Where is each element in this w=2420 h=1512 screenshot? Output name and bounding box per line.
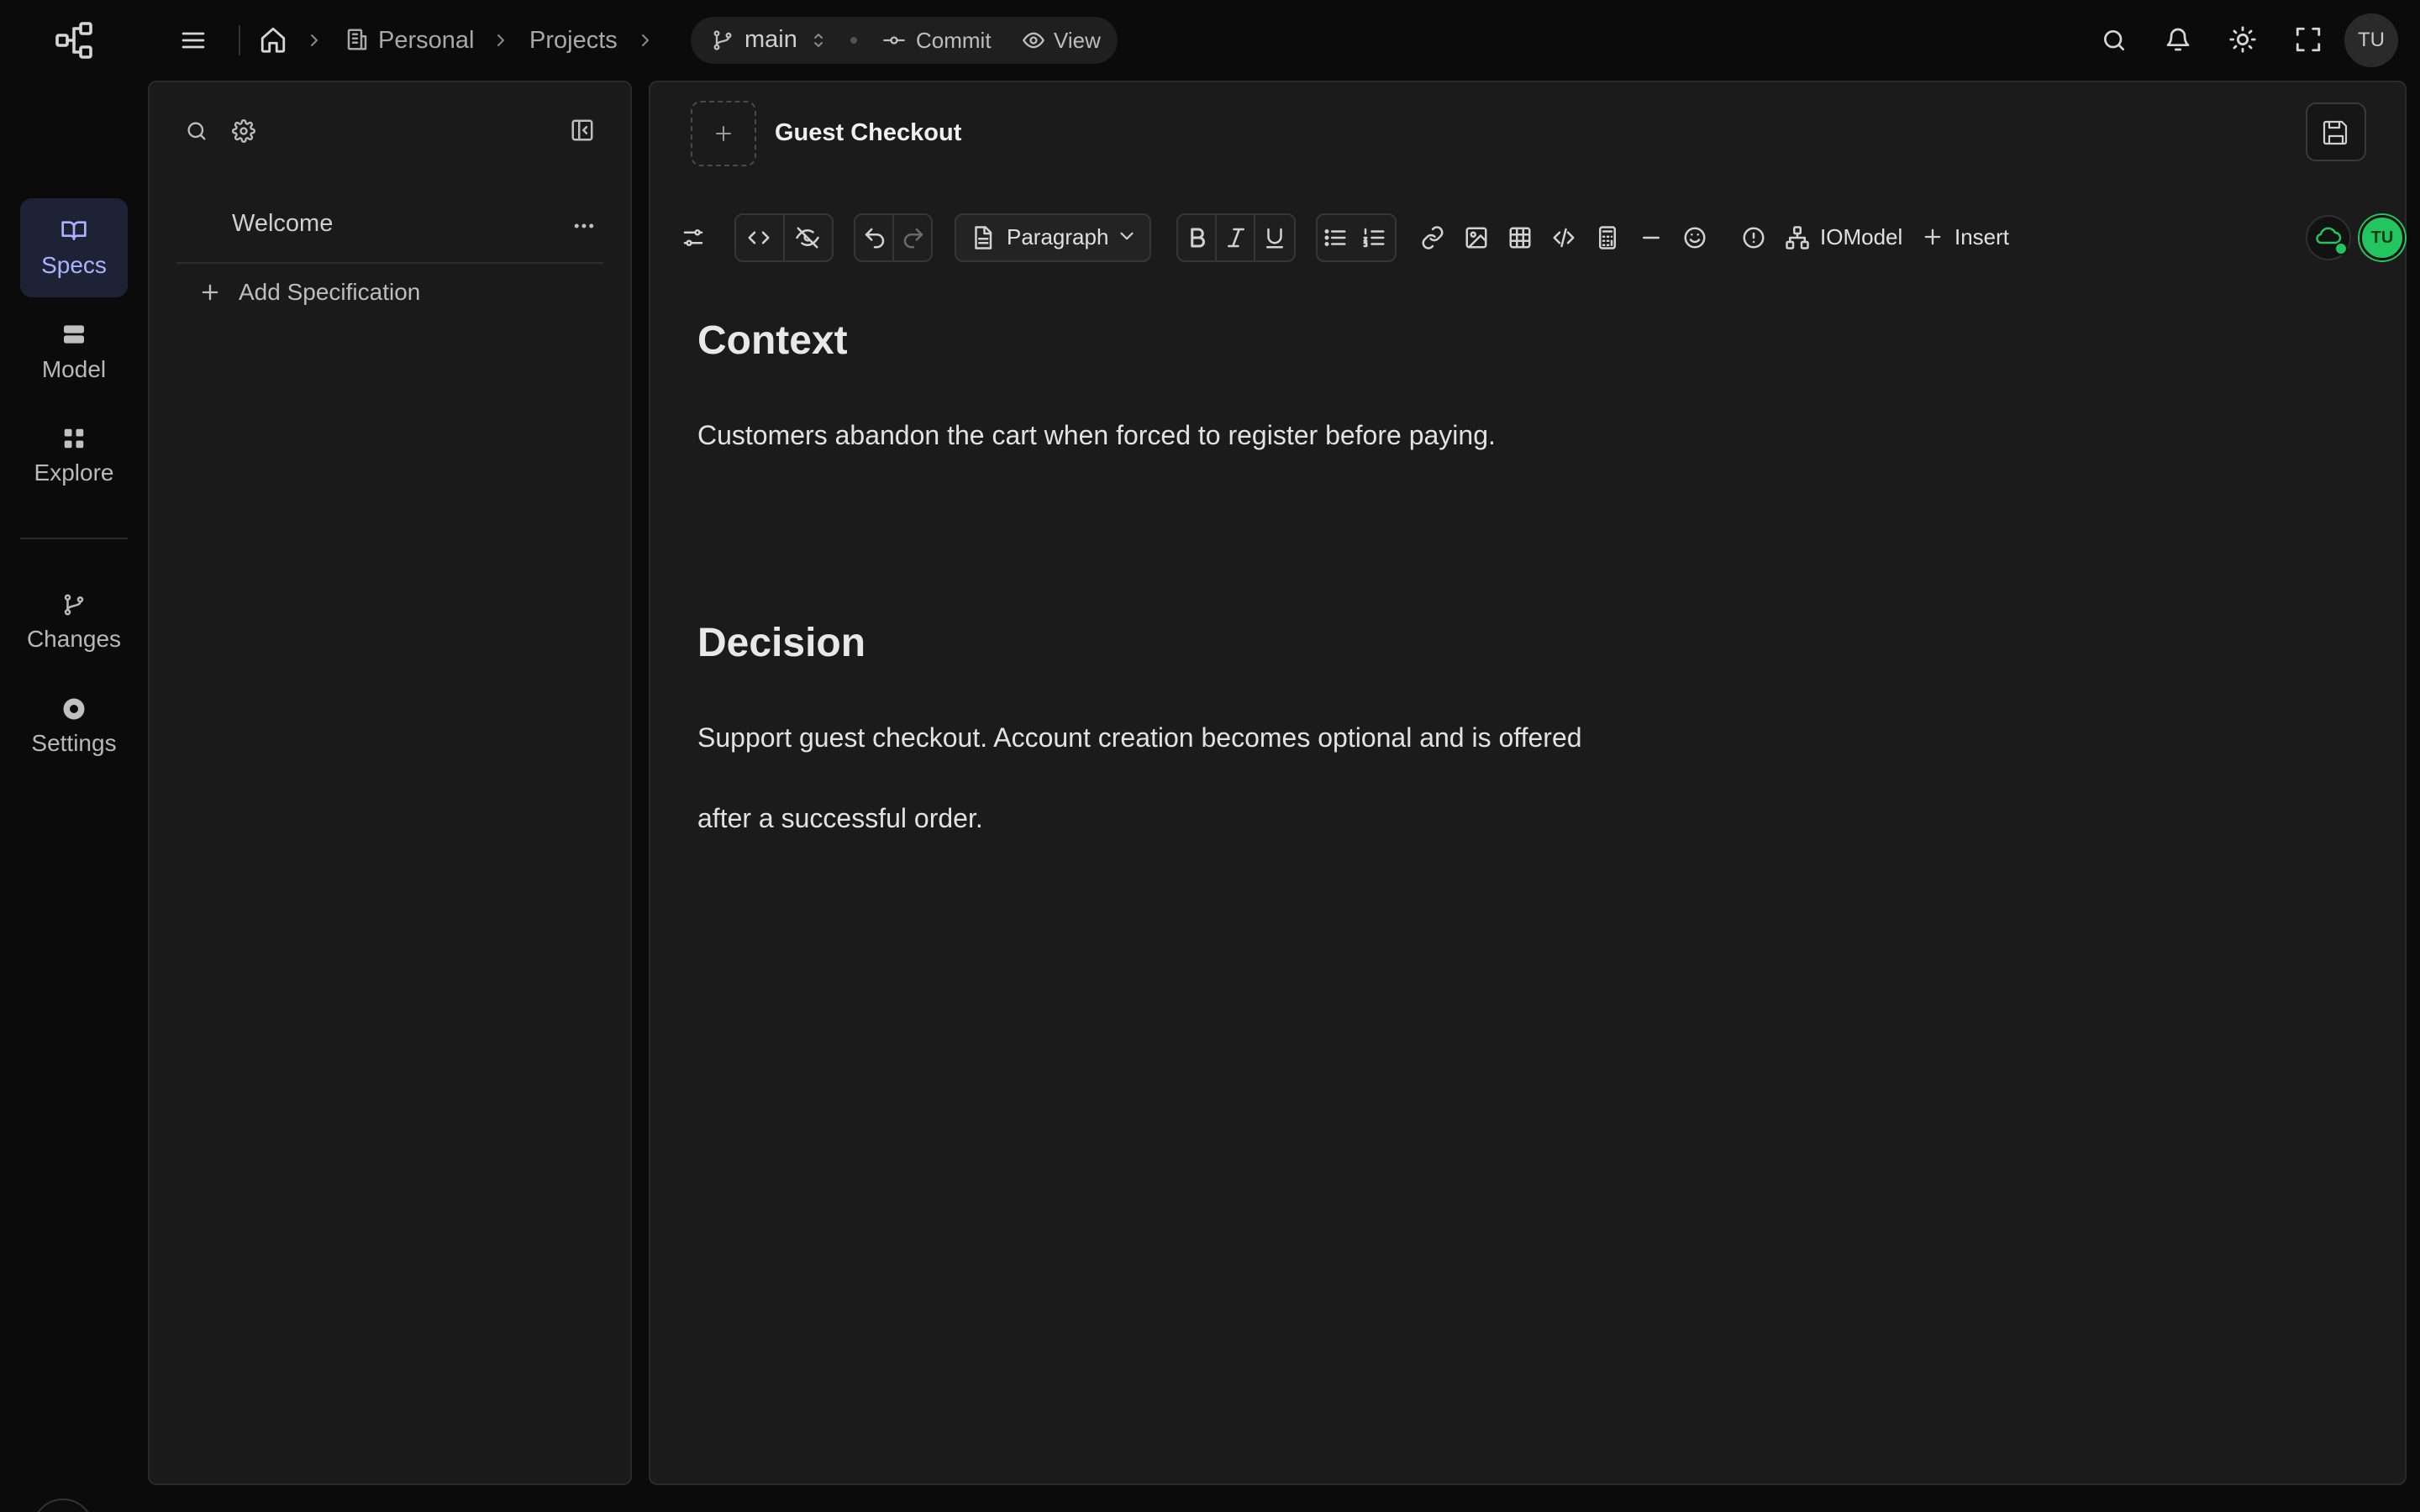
search-icon[interactable] [2101, 27, 2128, 54]
sync-status-badge[interactable] [2306, 215, 2351, 260]
chevron-up-down-icon[interactable] [808, 30, 829, 50]
app-logo-icon[interactable] [54, 20, 94, 60]
nav-changes[interactable]: Changes [20, 573, 128, 672]
fullscreen-icon[interactable] [2294, 25, 2323, 54]
bold-icon[interactable] [1185, 225, 1210, 250]
separator-dot [850, 37, 857, 44]
git-branch-icon [61, 592, 87, 617]
nav-explore-label: Explore [34, 459, 114, 486]
plus-icon [1921, 225, 1944, 249]
collaborator-initials: TU [2370, 228, 2394, 247]
breadcrumb-personal[interactable]: Personal [378, 25, 474, 55]
top-bar: Personal Projects main Commit View TU [0, 0, 2420, 81]
code-block-icon[interactable] [1551, 225, 1576, 250]
collapse-panel-icon[interactable] [570, 118, 595, 143]
bell-icon[interactable] [2165, 25, 2191, 54]
iomodel-button[interactable]: IOModel [1820, 223, 1902, 250]
group-divider [783, 215, 785, 260]
numbered-list-icon[interactable] [1361, 225, 1386, 250]
book-open-icon [60, 217, 87, 244]
bullet-list-icon[interactable] [1323, 225, 1348, 250]
breadcrumb-chevron-icon [304, 30, 324, 50]
underline-icon[interactable] [1262, 225, 1287, 250]
breadcrumb-projects[interactable]: Projects [529, 25, 618, 55]
code-view-icon[interactable] [746, 225, 771, 250]
group-divider [1254, 215, 1255, 260]
left-rail: Specs Model Explore Changes Settings N [0, 81, 148, 1512]
sun-icon[interactable] [2228, 25, 2257, 54]
building-icon [345, 27, 370, 52]
breadcrumb-chevron-icon [491, 30, 511, 50]
alert-circle-icon[interactable] [1741, 225, 1766, 250]
nav-model[interactable]: Model [20, 302, 128, 402]
spec-item-welcome[interactable]: Welcome [232, 210, 333, 238]
spec-panel: Welcome Add Specification [148, 81, 632, 1485]
breadcrumb-chevron-icon [635, 30, 655, 50]
spec-item-divider [176, 262, 603, 264]
more-options-icon[interactable] [571, 213, 597, 239]
emoji-icon[interactable] [1682, 225, 1707, 250]
eye-icon [1022, 29, 1045, 52]
commit-icon [882, 29, 906, 52]
table-icon[interactable] [1507, 225, 1533, 250]
nav-explore[interactable]: Explore [20, 407, 128, 506]
block-type-label: Paragraph [1007, 224, 1109, 249]
check-icon [2334, 242, 2348, 255]
hierarchy-icon [1785, 225, 1810, 250]
paragraph-decision-line-1[interactable]: Support guest checkout. Account creation… [697, 721, 1582, 754]
nav-specs-label: Specs [41, 252, 107, 278]
heading-decision[interactable]: Decision [697, 620, 865, 666]
nav-changes-label: Changes [26, 626, 122, 652]
document-icon [970, 225, 995, 250]
branch-selector[interactable]: main [744, 26, 797, 53]
sliders-icon[interactable] [681, 225, 706, 250]
save-button[interactable] [2306, 102, 2366, 161]
user-avatar[interactable]: TU [2344, 13, 2398, 67]
group-divider [1215, 215, 1217, 260]
nav-model-label: Model [41, 356, 107, 382]
redo-icon[interactable] [901, 225, 926, 250]
collaborator-avatar[interactable]: TU [2360, 215, 2405, 260]
image-icon[interactable] [1464, 225, 1489, 250]
app-badge[interactable]: N [32, 1499, 94, 1512]
plus-icon [198, 281, 222, 304]
group-divider [892, 215, 894, 260]
nav-settings[interactable]: Settings [20, 677, 128, 776]
nav-settings-label: Settings [31, 730, 117, 756]
chevron-down-icon [1116, 225, 1138, 247]
commit-button[interactable]: Commit [916, 27, 992, 54]
grid-icon [61, 426, 87, 451]
gear-icon[interactable] [232, 119, 255, 143]
calculator-icon[interactable] [1595, 225, 1620, 250]
branch-pill: main Commit View [691, 17, 1118, 64]
horizontal-rule-icon[interactable] [1639, 225, 1664, 250]
eye-off-icon[interactable] [795, 225, 820, 250]
document-title[interactable]: Guest Checkout [775, 119, 961, 147]
model-icon [60, 321, 87, 348]
italic-icon[interactable] [1223, 225, 1249, 250]
paragraph-context[interactable]: Customers abandon the cart when forced t… [697, 418, 1496, 452]
git-branch-icon [711, 29, 734, 52]
heading-context[interactable]: Context [697, 318, 848, 364]
insert-button[interactable]: Insert [1954, 223, 2009, 250]
settings-icon [61, 696, 87, 722]
editor-panel: Guest Checkout Paragraph IOModel Insert … [649, 81, 2407, 1485]
home-icon[interactable] [259, 25, 287, 54]
add-specification-button[interactable]: Add Specification [239, 279, 420, 306]
search-icon[interactable] [185, 119, 208, 143]
link-icon[interactable] [1420, 225, 1445, 250]
add-icon-button[interactable] [691, 101, 756, 166]
rail-divider [20, 538, 128, 539]
view-button[interactable]: View [1054, 27, 1101, 54]
undo-icon[interactable] [862, 225, 887, 250]
paragraph-decision-line-2[interactable]: after a successful order. [697, 801, 983, 835]
topbar-divider [239, 25, 240, 55]
nav-specs[interactable]: Specs [20, 198, 128, 297]
menu-icon[interactable] [180, 27, 207, 54]
